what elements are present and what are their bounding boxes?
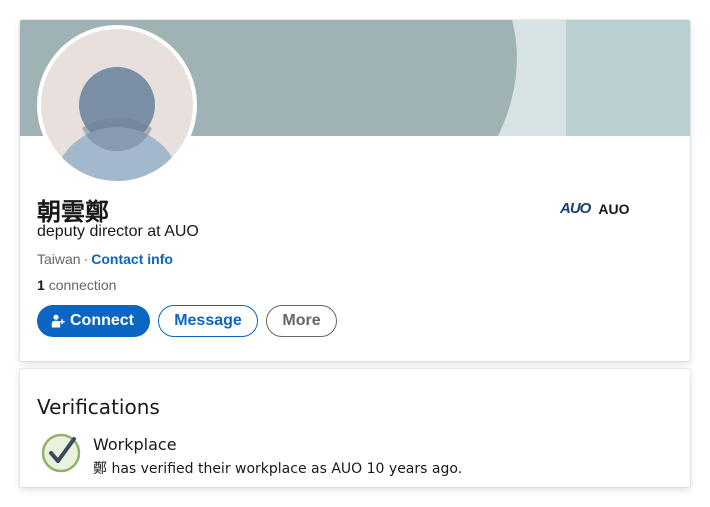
profile-name: 朝雲鄭 bbox=[37, 198, 109, 226]
contact-info-link[interactable]: Contact info bbox=[91, 251, 173, 267]
verifications-card: Verifications Workplace 鄭 has verified t… bbox=[20, 369, 690, 487]
profile-card: 朝雲鄭 deputy director at AUO Taiwan · Contac… bbox=[20, 20, 690, 361]
company-name: AUO bbox=[598, 200, 630, 217]
company-logo: AUO bbox=[560, 200, 591, 217]
separator-dot: · bbox=[83, 251, 89, 267]
connections-count[interactable]: 1 connection bbox=[37, 277, 116, 293]
profile-photo[interactable] bbox=[37, 25, 197, 185]
connect-label: Connect bbox=[70, 312, 134, 329]
check-shield-icon bbox=[41, 433, 81, 473]
avatar bbox=[41, 29, 193, 181]
more-button[interactable]: More bbox=[266, 305, 337, 337]
profile-actions: Connect Message More bbox=[37, 305, 337, 337]
verifications-title: Verifications bbox=[37, 395, 160, 419]
verification-description: 鄭 has verified their workplace as AUO 10… bbox=[93, 461, 463, 477]
connections-label: connection bbox=[48, 277, 117, 293]
message-button[interactable]: Message bbox=[158, 305, 258, 337]
connections-number: 1 bbox=[37, 277, 45, 293]
add-person-icon bbox=[51, 314, 65, 328]
location-text: Taiwan bbox=[37, 251, 81, 267]
connect-button[interactable]: Connect bbox=[37, 305, 150, 337]
current-company[interactable]: AUO AUO bbox=[560, 200, 629, 217]
verification-heading: Workplace bbox=[93, 435, 177, 454]
profile-headline: deputy director at AUO bbox=[37, 223, 199, 240]
location-line: Taiwan · Contact info bbox=[37, 251, 173, 267]
